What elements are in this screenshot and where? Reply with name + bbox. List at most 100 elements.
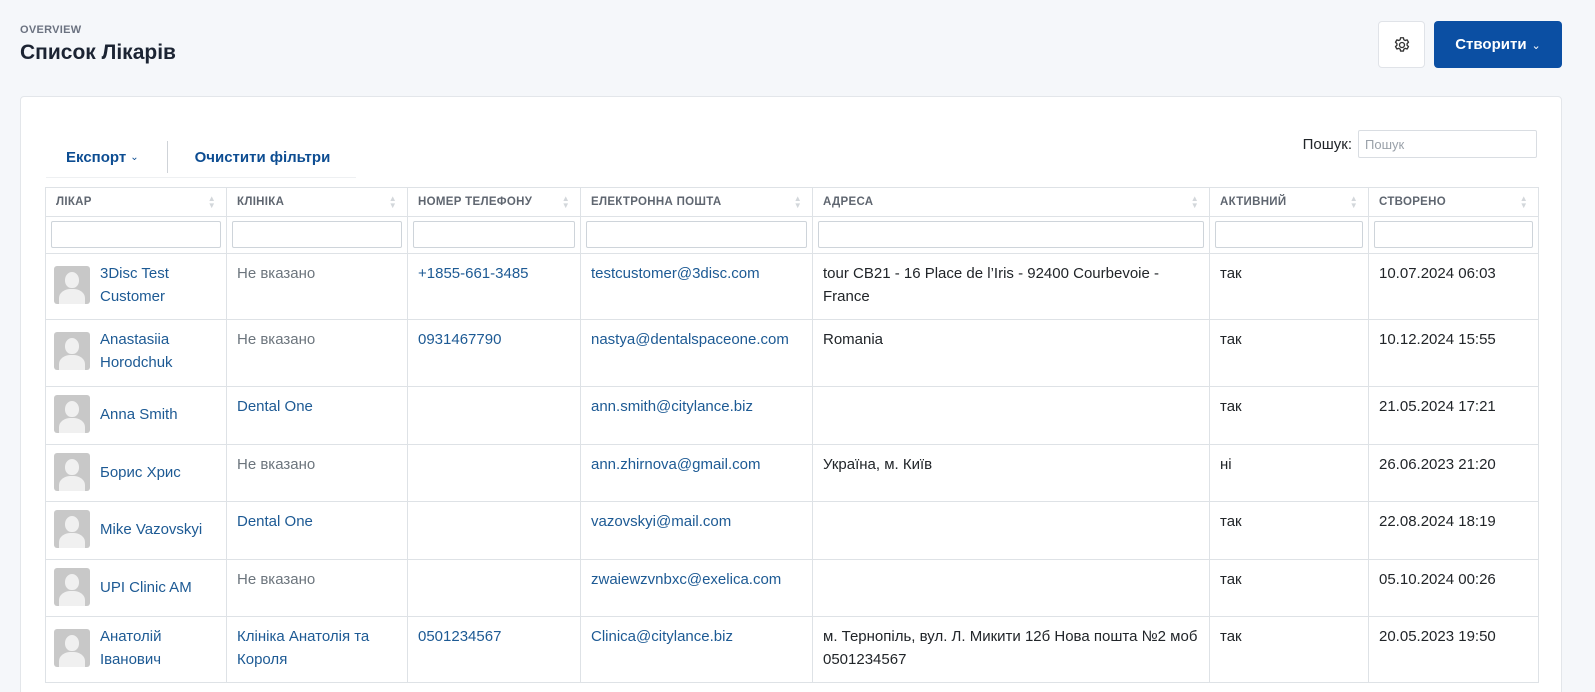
column-label: Номер телефону bbox=[418, 196, 533, 208]
doctor-name-link[interactable]: Mike Vazovskyi bbox=[100, 518, 202, 541]
sort-icon: ▲ ▼ bbox=[1519, 194, 1528, 210]
active-status: так bbox=[1220, 398, 1242, 415]
created-date: 05.10.2024 00:26 bbox=[1379, 571, 1496, 588]
avatar-placeholder-icon bbox=[54, 395, 90, 433]
table-row: Anastasiia Horodchuk Не вказано 0931467790… bbox=[45, 319, 1539, 387]
column-header-phone[interactable]: Номер телефону ▲ ▼ bbox=[407, 187, 581, 217]
email-link[interactable]: testcustomer@3disc.com bbox=[591, 265, 760, 282]
filter-address-input[interactable] bbox=[818, 221, 1204, 248]
table-row: UPI Clinic AM Не вказано zwaiewzvnbxc@exel… bbox=[45, 559, 1539, 617]
doctor-name-link[interactable]: UPI Clinic AM bbox=[100, 576, 192, 599]
column-header-doctor[interactable]: Лікар ▲ ▼ bbox=[45, 187, 227, 217]
avatar-placeholder-icon bbox=[54, 510, 90, 548]
phone-link[interactable]: 0501234567 bbox=[418, 628, 501, 645]
clinic-link[interactable]: Dental One bbox=[237, 398, 313, 415]
sort-icon: ▲ ▼ bbox=[1190, 194, 1199, 210]
clinic-not-set: Не вказано bbox=[237, 265, 316, 282]
clinic-link[interactable]: Клініка Анатолія та Короля bbox=[237, 628, 369, 668]
table-toolbar: Експорт ⌄ Очистити фільтри bbox=[46, 137, 356, 178]
clinic-link[interactable]: Dental One bbox=[237, 513, 313, 530]
filter-row bbox=[45, 216, 1539, 254]
header-row: Лікар ▲ ▼ Клініка ▲ ▼ Номер телефону ▲ ▼ Елект… bbox=[45, 187, 1539, 217]
clinic-not-set: Не вказано bbox=[237, 456, 316, 473]
avatar-placeholder-icon bbox=[54, 568, 90, 606]
doctors-table: Лікар ▲ ▼ Клініка ▲ ▼ Номер телефону ▲ ▼ Елект… bbox=[45, 187, 1539, 683]
column-header-active[interactable]: Активний ▲ ▼ bbox=[1209, 187, 1369, 217]
table-row: Mike Vazovskyi Dental One vazovskyi@mail.c… bbox=[45, 501, 1539, 560]
filter-phone-input[interactable] bbox=[413, 221, 575, 248]
search-area: Пошук: bbox=[1303, 130, 1537, 158]
doctor-cell: 3Disc Test Customer bbox=[50, 262, 220, 308]
gear-icon bbox=[1394, 36, 1409, 52]
column-label: Створено bbox=[1379, 196, 1446, 208]
table-row: Борис Хрис Не вказано ann.zhirnova@gmail.c… bbox=[45, 444, 1539, 502]
settings-button[interactable] bbox=[1378, 21, 1425, 68]
email-link[interactable]: vazovskyi@mail.com bbox=[591, 513, 731, 530]
table-row: 3Disc Test Customer Не вказано +1855-661-3… bbox=[45, 253, 1539, 320]
column-label: Активний bbox=[1220, 196, 1287, 208]
doctor-name-link[interactable]: Анатолій Іванович bbox=[100, 625, 220, 671]
overline: OVERVIEW bbox=[20, 24, 82, 36]
column-header-clinic[interactable]: Клініка ▲ ▼ bbox=[226, 187, 408, 217]
header-actions: Створити ⌄ bbox=[1378, 21, 1562, 68]
phone-link[interactable]: +1855-661-3485 bbox=[418, 265, 529, 282]
clear-filters-button[interactable]: Очистити фільтри bbox=[168, 141, 351, 173]
doctor-name-link[interactable]: Борис Хрис bbox=[100, 461, 181, 484]
doctor-name-link[interactable]: Anastasiia Horodchuk bbox=[100, 328, 220, 374]
doctor-cell: Anna Smith bbox=[50, 395, 220, 433]
created-date: 26.06.2023 21:20 bbox=[1379, 456, 1496, 473]
column-label: Електронна пошта bbox=[591, 196, 722, 208]
page-title: Список Лікарів bbox=[20, 41, 176, 64]
filter-clinic-input[interactable] bbox=[232, 221, 402, 248]
active-status: так bbox=[1220, 513, 1242, 530]
active-status: так bbox=[1220, 265, 1242, 282]
column-label: Клініка bbox=[237, 196, 285, 208]
export-button[interactable]: Експорт ⌄ bbox=[46, 141, 167, 173]
search-label: Пошук: bbox=[1302, 135, 1352, 153]
address-text: Romania bbox=[823, 331, 884, 348]
table-row: Anna Smith Dental One ann.smith@citylance.… bbox=[45, 386, 1539, 445]
export-label: Експорт bbox=[66, 148, 127, 166]
doctor-cell: Анатолій Іванович bbox=[50, 625, 220, 671]
create-button-label: Створити bbox=[1455, 36, 1527, 53]
doctor-cell: UPI Clinic AM bbox=[50, 568, 220, 606]
column-header-address[interactable]: Адреса ▲ ▼ bbox=[812, 187, 1210, 217]
filter-created-input[interactable] bbox=[1374, 221, 1533, 248]
chevron-down-icon: ⌄ bbox=[1531, 40, 1541, 52]
avatar-placeholder-icon bbox=[54, 266, 90, 304]
filter-doctor-input[interactable] bbox=[51, 221, 221, 248]
email-link[interactable]: nastya@dentalspaceone.com bbox=[591, 331, 789, 348]
doctors-card: Експорт ⌄ Очистити фільтри Пошук: Лікар ▲… bbox=[20, 96, 1562, 692]
active-status: так bbox=[1220, 331, 1242, 348]
phone-link[interactable]: 0931467790 bbox=[418, 331, 501, 348]
doctor-cell: Борис Хрис bbox=[50, 453, 220, 491]
email-link[interactable]: ann.zhirnova@gmail.com bbox=[591, 456, 760, 473]
avatar-placeholder-icon bbox=[54, 332, 90, 370]
active-status: ні bbox=[1220, 456, 1232, 473]
search-input[interactable] bbox=[1358, 130, 1537, 158]
created-date: 22.08.2024 18:19 bbox=[1379, 513, 1496, 530]
column-header-email[interactable]: Електронна пошта ▲ ▼ bbox=[580, 187, 813, 217]
created-date: 21.05.2024 17:21 bbox=[1379, 398, 1496, 415]
doctor-cell: Anastasiia Horodchuk bbox=[50, 328, 220, 374]
sort-icon: ▲ ▼ bbox=[388, 194, 397, 210]
sort-icon: ▲ ▼ bbox=[793, 194, 802, 210]
address-text: Україна, м. Київ bbox=[823, 456, 933, 473]
email-link[interactable]: Clinica@citylance.biz bbox=[591, 628, 733, 645]
chevron-down-icon: ⌄ bbox=[130, 151, 139, 163]
clinic-not-set: Не вказано bbox=[237, 331, 316, 348]
column-header-created[interactable]: Створено ▲ ▼ bbox=[1368, 187, 1539, 217]
create-button[interactable]: Створити ⌄ bbox=[1434, 21, 1562, 68]
sort-icon: ▲ ▼ bbox=[561, 194, 570, 210]
active-status: так bbox=[1220, 571, 1242, 588]
created-date: 10.12.2024 15:55 bbox=[1379, 331, 1496, 348]
email-link[interactable]: ann.smith@citylance.biz bbox=[591, 398, 753, 415]
filter-active-input[interactable] bbox=[1215, 221, 1363, 248]
clinic-not-set: Не вказано bbox=[237, 571, 316, 588]
sort-icon: ▲ ▼ bbox=[207, 194, 216, 210]
doctor-name-link[interactable]: 3Disc Test Customer bbox=[100, 262, 220, 308]
doctor-name-link[interactable]: Anna Smith bbox=[100, 403, 178, 426]
filter-email-input[interactable] bbox=[586, 221, 807, 248]
email-link[interactable]: zwaiewzvnbxc@exelica.com bbox=[591, 571, 781, 588]
table-row: Анатолій Іванович Клініка Анатолія та Кор… bbox=[45, 616, 1539, 683]
